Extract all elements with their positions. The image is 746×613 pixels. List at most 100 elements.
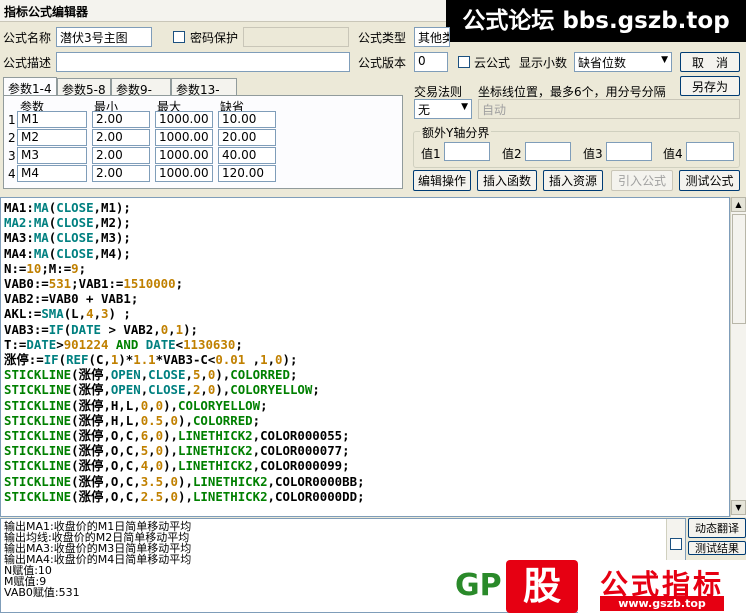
scroll-down-icon[interactable]: ▼ xyxy=(731,500,746,515)
dynamic-translate-button[interactable]: 动态翻译 xyxy=(688,518,746,538)
code-token: COLORYELLOW xyxy=(230,382,313,398)
code-token: 0 xyxy=(155,458,164,474)
param-max-cell[interactable]: 1000.00 xyxy=(155,129,213,146)
code-line[interactable]: MA1:MA(CLOSE,M1); xyxy=(4,200,726,215)
code-line[interactable]: STICKLINE(涨停,O,C,2.5,0),LINETHICK2,COLOR… xyxy=(4,489,726,504)
code-line[interactable]: STICKLINE(涨停,OPEN,CLOSE,5,0),COLORRED; xyxy=(4,367,726,382)
param-name-cell[interactable]: M4 xyxy=(17,165,87,182)
code-line[interactable]: STICKLINE(涨停,O,C,4,0),LINETHICK2,COLOR00… xyxy=(4,458,726,473)
code-token: ), xyxy=(215,382,231,398)
code-token: ( xyxy=(58,352,67,368)
code-line[interactable]: VAB0:=531;VAB1:=1510000; xyxy=(4,276,726,291)
code-token: , xyxy=(148,443,156,459)
trade-rule-select[interactable]: 无 ▼ xyxy=(414,99,472,119)
scroll-thumb[interactable] xyxy=(732,214,746,324)
param-max-cell[interactable]: 1000.00 xyxy=(155,111,213,128)
code-token: (涨停,H,L, xyxy=(71,397,141,413)
code-line[interactable]: T:=DATE>901224 AND DATE<1130630; xyxy=(4,337,726,352)
code-token: ), xyxy=(178,473,193,489)
cancel-button[interactable]: 取 消 xyxy=(680,52,740,72)
code-line[interactable]: STICKLINE(涨停,OPEN,CLOSE,2,0),COLORYELLOW… xyxy=(4,382,726,397)
code-editor[interactable]: MA1:MA(CLOSE,M1); MA2:MA(CLOSE,M2); MA3:MA… xyxy=(0,197,730,517)
code-token: (C, xyxy=(88,352,111,368)
formula-type-select[interactable]: 其他类 xyxy=(414,27,450,47)
import-formula-button[interactable]: 引入公式 xyxy=(611,170,673,191)
scroll-up-icon[interactable]: ▲ xyxy=(731,197,746,212)
formula-desc-input[interactable] xyxy=(56,52,350,72)
insert-function-button[interactable]: 插入函数 xyxy=(477,170,537,191)
code-line[interactable]: MA2:MA(CLOSE,M2); xyxy=(4,215,726,230)
param-name-cell[interactable]: M3 xyxy=(17,147,87,164)
coord-input[interactable]: 自动 xyxy=(478,99,740,119)
password-checkbox[interactable] xyxy=(173,31,185,43)
save-as-button[interactable]: 另存为 xyxy=(680,76,740,96)
code-token: CLOSE xyxy=(56,215,94,231)
code-line[interactable]: MA3:MA(CLOSE,M3); xyxy=(4,230,726,245)
code-token: T:= xyxy=(4,336,27,352)
decimals-select[interactable]: 缺省位数 ▼ xyxy=(574,52,672,72)
param-min-cell[interactable]: 2.00 xyxy=(92,129,150,146)
code-line[interactable]: STICKLINE(涨停,O,C,5,0),LINETHICK2,COLOR00… xyxy=(4,443,726,458)
formula-version-input[interactable]: 0 xyxy=(414,52,448,72)
param-default-cell[interactable]: 40.00 xyxy=(218,147,276,164)
code-token: REF xyxy=(66,352,89,368)
param-default-cell[interactable]: 20.00 xyxy=(218,129,276,146)
param-default-cell[interactable]: 120.00 xyxy=(218,165,276,182)
tab-params-13-16[interactable]: 参数13-16 xyxy=(171,78,237,112)
code-token: ) ; xyxy=(108,306,131,322)
code-token: < xyxy=(175,336,184,352)
code-line[interactable]: STICKLINE(涨停,H,L,0,0),COLORYELLOW; xyxy=(4,398,726,413)
output-checkbox[interactable] xyxy=(670,538,682,550)
code-token: , xyxy=(148,458,156,474)
code-line[interactable]: N:=10;M:=9; xyxy=(4,261,726,276)
param-name-cell[interactable]: M2 xyxy=(17,129,87,146)
cloud-checkbox[interactable] xyxy=(458,56,470,68)
tab-params-1-4[interactable]: 参数1-4 xyxy=(3,77,57,97)
tab-params-5-8[interactable]: 参数5-8 xyxy=(57,78,111,97)
code-line[interactable]: STICKLINE(涨停,H,L,0.5,0),COLORRED; xyxy=(4,413,726,428)
param-name-cell[interactable]: M1 xyxy=(17,111,87,128)
code-token: 2.5 xyxy=(140,488,164,504)
yaxis-value4-input[interactable] xyxy=(686,142,734,161)
code-token: (涨停,H,L, xyxy=(71,412,141,428)
code-line[interactable]: STICKLINE(涨停,O,C,3.5,0),LINETHICK2,COLOR… xyxy=(4,474,726,489)
yaxis-value1-input[interactable] xyxy=(444,142,490,161)
code-token: , xyxy=(163,473,171,489)
code-token: ,COLOR000099; xyxy=(252,458,350,474)
param-default-cell[interactable]: 10.00 xyxy=(218,111,276,128)
tab-params-9-12[interactable]: 参数9-12 xyxy=(111,78,171,112)
param-row-index: 1 xyxy=(8,113,16,127)
insert-resource-button[interactable]: 插入资源 xyxy=(543,170,603,191)
yaxis-value2-input[interactable] xyxy=(525,142,571,161)
param-min-cell[interactable]: 2.00 xyxy=(92,147,150,164)
code-token: (涨停, xyxy=(71,367,111,383)
code-token: 1 xyxy=(175,321,184,337)
decimals-label: 显示小数 xyxy=(519,56,568,70)
code-token: ), xyxy=(163,458,179,474)
brand-logo-badge: 股 xyxy=(506,560,578,613)
password-input[interactable] xyxy=(243,27,349,47)
code-token: CLOSE xyxy=(56,200,94,215)
yaxis-value3-input[interactable] xyxy=(606,142,652,161)
param-min-cell[interactable]: 2.00 xyxy=(92,165,150,182)
formula-name-input[interactable]: 潜伏3号主图 xyxy=(56,27,152,47)
test-formula-button[interactable]: 测试公式 xyxy=(679,170,740,191)
code-token: STICKLINE xyxy=(4,367,72,383)
code-line[interactable]: MA4:MA(CLOSE,M4); xyxy=(4,246,726,261)
chevron-down-icon: ▼ xyxy=(461,102,468,112)
code-line[interactable]: VAB3:=IF(DATE > VAB2,0,1); xyxy=(4,322,726,337)
code-line[interactable]: 涨停:=IF(REF(C,1)*1.1*VAB3-C<0.01 ,1,0); xyxy=(4,352,726,367)
code-token: (涨停,O,C, xyxy=(71,488,141,504)
code-token: > VAB2, xyxy=(101,321,161,337)
code-line[interactable]: VAB2:=VAB0 + VAB1; xyxy=(4,291,726,306)
code-line[interactable]: STICKLINE(涨停,O,C,6,0),LINETHICK2,COLOR00… xyxy=(4,428,726,443)
test-result-button[interactable]: 测试结果 xyxy=(688,541,746,555)
code-token: 9 xyxy=(71,260,79,276)
editor-scrollbar[interactable]: ▲ ▼ xyxy=(730,197,746,517)
code-token: 0 xyxy=(275,352,283,368)
param-min-cell[interactable]: 2.00 xyxy=(92,111,150,128)
param-max-cell[interactable]: 1000.00 xyxy=(155,147,213,164)
param-max-cell[interactable]: 1000.00 xyxy=(155,165,213,182)
edit-ops-button[interactable]: 编辑操作 xyxy=(413,170,471,191)
code-line[interactable]: AKL:=SMA(L,4,3) ; xyxy=(4,306,726,321)
